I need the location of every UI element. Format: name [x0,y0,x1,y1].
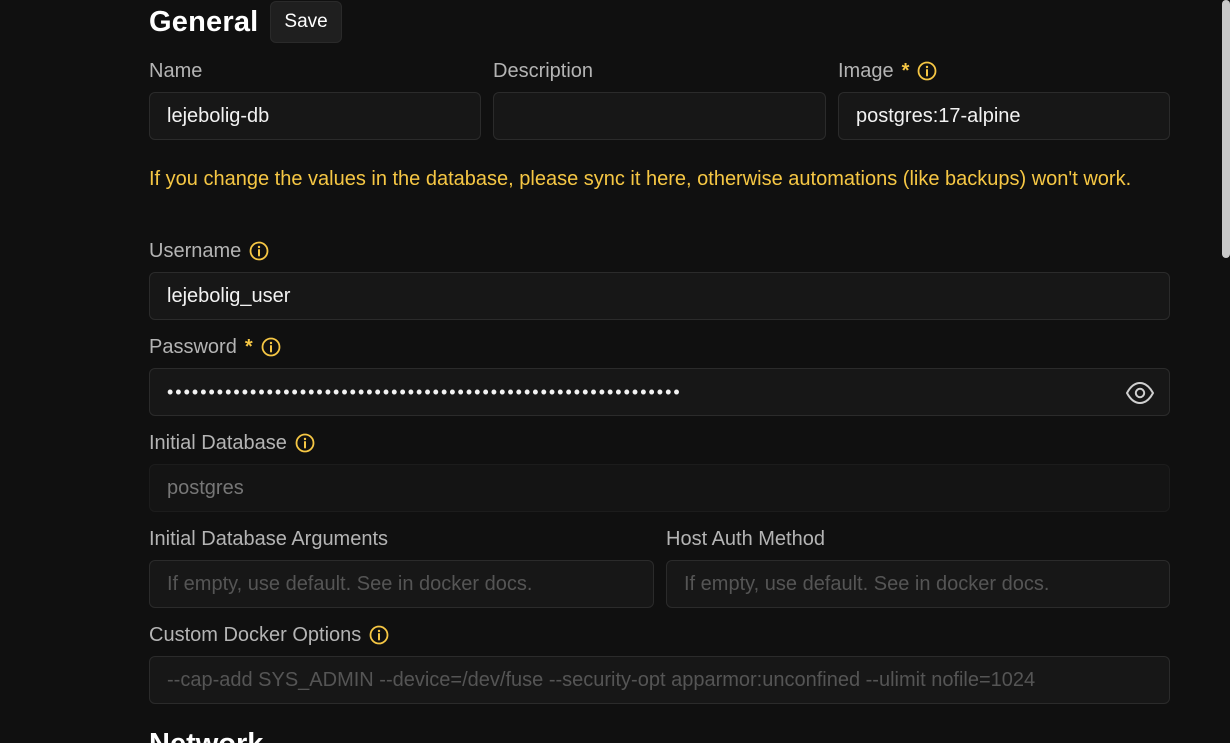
initial-db-args-input[interactable]: If empty, use default. See in docker doc… [149,560,654,608]
info-circle-icon[interactable] [917,61,937,81]
section-header: General Save [149,0,342,44]
image-label: Image * [838,58,937,84]
required-mark: * [901,59,910,82]
username-input-value: lejebolig_user [167,284,291,307]
name-input-value: lejebolig-db [167,104,270,127]
required-mark: * [244,335,253,358]
description-input[interactable] [493,92,826,140]
username-input[interactable]: lejebolig_user [149,272,1170,320]
network-section-title: Network [149,728,263,743]
info-circle-icon[interactable] [295,433,315,453]
username-label-text: Username [149,239,242,262]
password-label-text: Password [149,335,237,358]
username-label: Username [149,238,269,264]
initial-db-args-label: Initial Database Arguments [149,526,388,552]
host-auth-placeholder: If empty, use default. See in docker doc… [684,572,1050,595]
password-label: Password * [149,334,281,360]
name-label: Name [149,58,202,84]
initial-db-args-label-text: Initial Database Arguments [149,527,389,550]
host-auth-label: Host Auth Method [666,526,825,552]
page: General Save Name lejebolig-db Descripti… [0,0,1230,743]
custom-docker-input[interactable]: --cap-add SYS_ADMIN --device=/dev/fuse -… [149,656,1170,704]
name-input[interactable]: lejebolig-db [149,92,481,140]
scrollbar[interactable] [1222,0,1230,258]
eye-icon[interactable] [1125,380,1155,406]
initial-database-input: postgres [149,464,1170,512]
section-title: General [149,5,259,38]
image-label-text: Image [838,59,894,82]
info-circle-icon[interactable] [369,625,389,645]
initial-database-input-value: postgres [167,476,244,499]
initial-database-label: Initial Database [149,430,315,456]
custom-docker-placeholder: --cap-add SYS_ADMIN --device=/dev/fuse -… [167,668,1036,691]
info-circle-icon[interactable] [249,241,269,261]
custom-docker-label-text: Custom Docker Options [149,623,362,646]
password-input-value: ••••••••••••••••••••••••••••••••••••••••… [167,381,682,402]
save-button[interactable]: Save [270,1,342,43]
description-label-text: Description [493,59,594,82]
custom-docker-label: Custom Docker Options [149,622,389,648]
initial-db-args-placeholder: If empty, use default. See in docker doc… [167,572,533,595]
initial-database-label-text: Initial Database [149,431,287,454]
description-label: Description [493,58,593,84]
info-circle-icon[interactable] [261,337,281,357]
host-auth-label-text: Host Auth Method [666,527,825,550]
host-auth-input[interactable]: If empty, use default. See in docker doc… [666,560,1170,608]
name-label-text: Name [149,59,203,82]
image-input[interactable]: postgres:17-alpine [838,92,1170,140]
password-input[interactable]: ••••••••••••••••••••••••••••••••••••••••… [149,368,1170,416]
sync-warning: If you change the values in the database… [149,168,1132,190]
image-input-value: postgres:17-alpine [856,104,1021,127]
